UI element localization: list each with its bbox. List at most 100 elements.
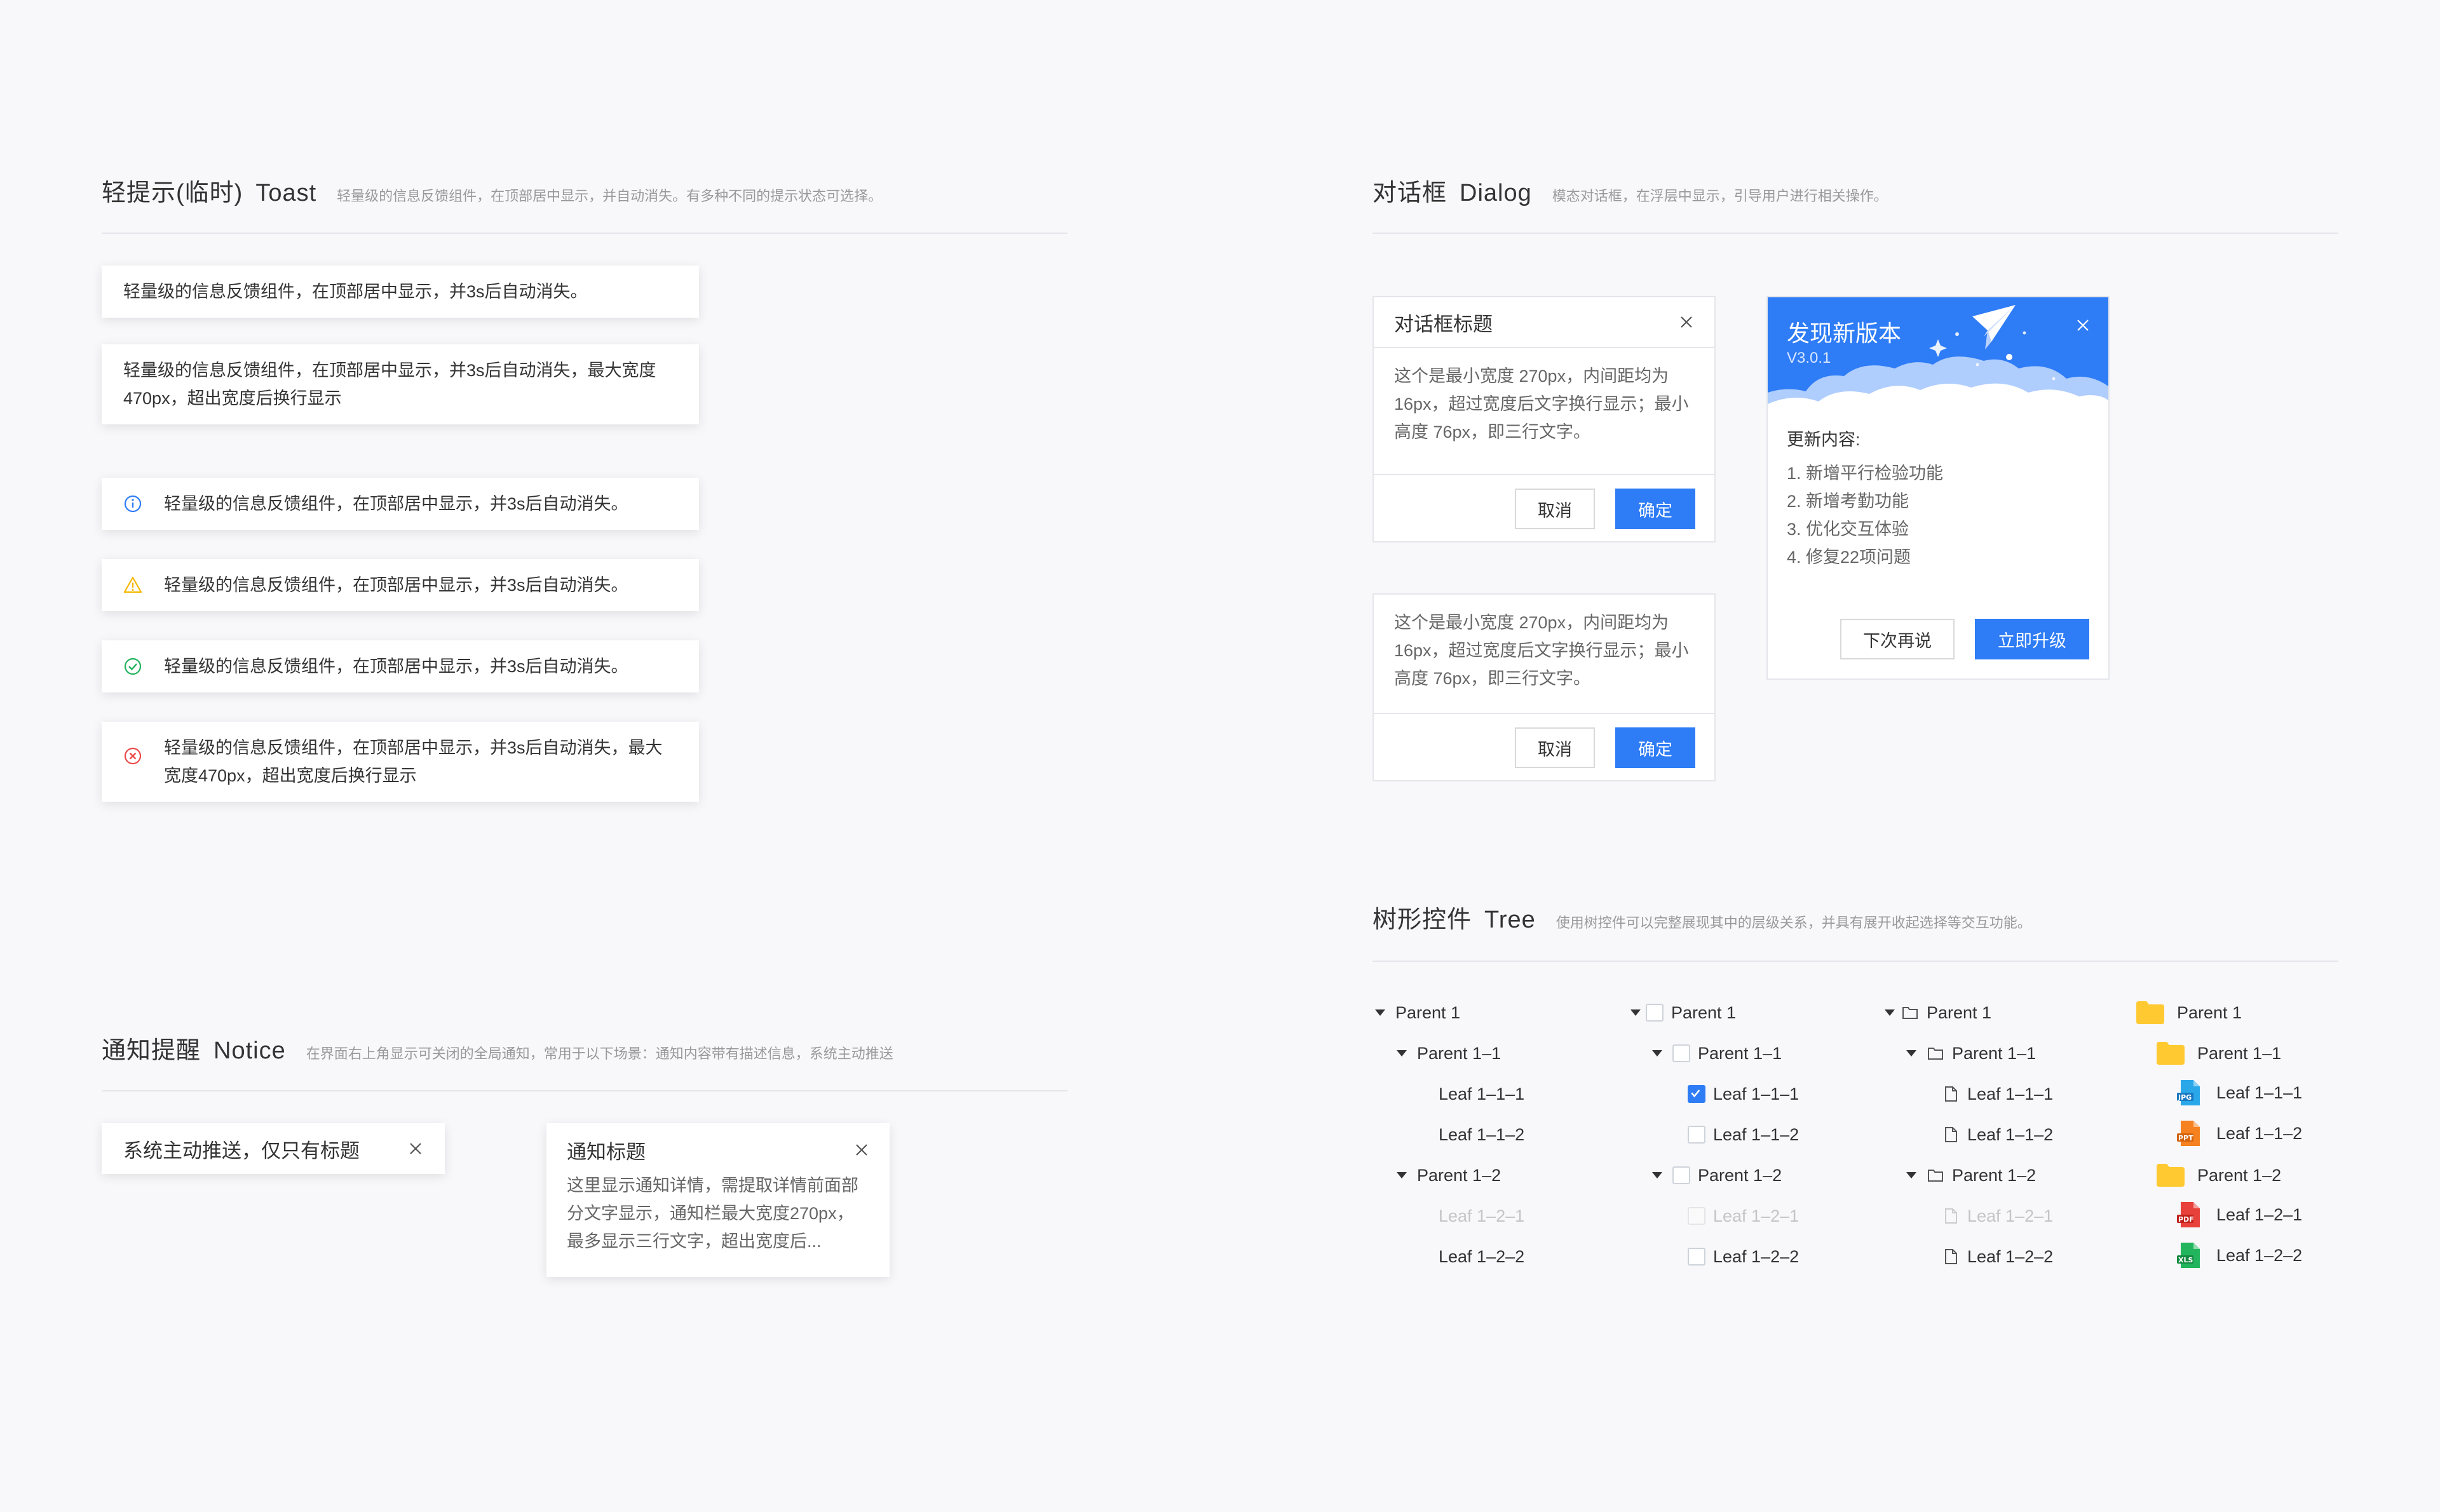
tree-leaf-disabled: Leaf 1–2–1 bbox=[1942, 1203, 2053, 1229]
toast-plain: 轻量级的信息反馈组件，在顶部居中显示，并3s后自动消失。 bbox=[102, 266, 699, 318]
dialog-footer: 取消 确定 bbox=[1374, 474, 1714, 543]
cancel-button[interactable]: 取消 bbox=[1515, 727, 1595, 768]
update-item: 1. 新增平行检验功能 bbox=[1787, 464, 1944, 483]
dialog-section-desc: 模态对话框，在浮层中显示，引导用户进行相关操作。 bbox=[1552, 188, 1888, 204]
toast-text: 轻量级的信息反馈组件，在顶部居中显示，并3s后自动消失。 bbox=[164, 657, 628, 676]
tree-leaf[interactable]: Leaf 1–1–1 bbox=[1439, 1081, 1524, 1107]
tree-leaf[interactable]: PPT Leaf 1–1–2 bbox=[2176, 1119, 2302, 1147]
toast-success: 轻量级的信息反馈组件，在顶部居中显示，并3s后自动消失。 bbox=[102, 640, 699, 692]
update-version: V3.0.1 bbox=[1787, 349, 1831, 367]
tree-node[interactable]: Parent 1 bbox=[1883, 1000, 1991, 1025]
checkbox[interactable] bbox=[1646, 1004, 1664, 1022]
tree-node[interactable]: Parent 1–1 bbox=[1905, 1041, 2036, 1066]
notice-divider bbox=[102, 1090, 1068, 1091]
tree-leaf[interactable]: JPG Leaf 1–1–1 bbox=[2176, 1079, 2302, 1107]
caret-down-icon[interactable] bbox=[1905, 1049, 1918, 1058]
tree-node[interactable]: Parent 1–2 bbox=[1905, 1163, 2036, 1188]
folder-outline-icon bbox=[1902, 1007, 1918, 1019]
dialog-no-title: 这个是最小宽度 270px，内间距均为16px，超过宽度后文字换行显示；最小高度… bbox=[1372, 593, 1716, 781]
file-outline-icon bbox=[1945, 1249, 1957, 1264]
caret-down-icon[interactable] bbox=[1395, 1049, 1408, 1058]
tree-section-title: 树形控件 Tree bbox=[1372, 907, 1536, 933]
tree-leaf[interactable]: Leaf 1–1–1 bbox=[1942, 1081, 2053, 1107]
tree-leaf[interactable]: Leaf 1–2–2 bbox=[1439, 1244, 1524, 1269]
update-banner: 发现新版本 V3.0.1 bbox=[1768, 297, 2108, 418]
dialog-title: 对话框标题 bbox=[1394, 313, 1493, 335]
toast-section-header: 轻提示(临时) Toast 轻量级的信息反馈组件，在顶部居中显示，并自动消失。有多… bbox=[102, 173, 882, 208]
tree-node[interactable]: Parent 1 bbox=[1629, 1000, 1736, 1025]
tree-leaf[interactable]: Leaf 1–2–2 bbox=[1688, 1244, 1799, 1269]
upgrade-button[interactable]: 立即升级 bbox=[1975, 619, 2089, 659]
close-icon[interactable] bbox=[854, 1142, 869, 1158]
tree-node[interactable]: Parent 1–2 bbox=[1395, 1163, 1501, 1188]
tree-node[interactable]: Parent 1–2 bbox=[2157, 1161, 2281, 1189]
checkbox[interactable] bbox=[1672, 1044, 1690, 1062]
dialog-body: 这个是最小宽度 270px，内间距均为16px，超过宽度后文字换行显示；最小高度… bbox=[1394, 613, 1689, 688]
confirm-button[interactable]: 确定 bbox=[1615, 727, 1695, 768]
caret-down-icon[interactable] bbox=[1651, 1049, 1664, 1058]
success-icon bbox=[124, 658, 142, 675]
tree-leaf-disabled: Leaf 1–2–1 bbox=[1688, 1203, 1799, 1229]
tree-node[interactable]: Parent 1–2 bbox=[1651, 1163, 1782, 1188]
toast-section-desc: 轻量级的信息反馈组件，在顶部居中显示，并自动消失。有多种不同的提示状态可选择。 bbox=[337, 188, 883, 204]
tree-leaf[interactable]: Leaf 1–1–2 bbox=[1439, 1122, 1524, 1147]
toast-text: 轻量级的信息反馈组件，在顶部居中显示，并3s后自动消失，最大宽度470px，超出… bbox=[164, 738, 663, 785]
update-item: 4. 修复22项问题 bbox=[1787, 548, 1911, 567]
tree-leaf[interactable]: Leaf 1–1–1 bbox=[1688, 1081, 1799, 1107]
dialog-footer: 取消 确定 bbox=[1374, 713, 1714, 781]
later-button[interactable]: 下次再说 bbox=[1840, 619, 1955, 659]
update-dialog: 发现新版本 V3.0.1 更新内容: 1. 新增平行检验功能 2. 新增考勤功能… bbox=[1766, 296, 2110, 680]
close-icon[interactable] bbox=[408, 1141, 423, 1156]
notice-section-desc: 在界面右上角显示可关闭的全局通知，常用于以下场景：通知内容带有描述信息，系统主动… bbox=[306, 1046, 893, 1062]
tree-leaf[interactable]: Leaf 1–2–2 bbox=[1942, 1244, 2053, 1269]
close-icon[interactable] bbox=[1679, 314, 1694, 330]
tree-leaf[interactable]: Leaf 1–1–2 bbox=[1688, 1122, 1799, 1147]
toast-text: 轻量级的信息反馈组件，在顶部居中显示，并3s后自动消失。 bbox=[164, 494, 628, 513]
tree-node[interactable]: Parent 1 bbox=[1374, 1000, 1460, 1025]
caret-down-icon[interactable] bbox=[1629, 1008, 1642, 1017]
tree-leaf[interactable]: Leaf 1–1–2 bbox=[1942, 1122, 2053, 1147]
tree-node[interactable]: Parent 1–1 bbox=[1651, 1041, 1782, 1066]
dialog-with-title: 对话框标题 这个是最小宽度 270px，内间距均为16px，超过宽度后文字换行显… bbox=[1372, 296, 1716, 543]
notice-card: 通知标题 这里显示通知详情，需提取详情前面部分文字显示，通知栏最大宽度270px… bbox=[546, 1123, 890, 1277]
cancel-button[interactable]: 取消 bbox=[1515, 489, 1595, 529]
ppt-file-icon: PPT bbox=[2176, 1119, 2204, 1147]
dialog-section-title: 对话框 Dialog bbox=[1372, 180, 1532, 206]
dialog-divider bbox=[1372, 233, 2338, 234]
close-icon[interactable] bbox=[2075, 318, 2091, 333]
checkbox[interactable] bbox=[1688, 1126, 1705, 1144]
folder-outline-icon bbox=[1928, 1170, 1943, 1182]
update-label: 更新内容: bbox=[1787, 430, 1860, 449]
dialog-header: 对话框标题 bbox=[1374, 297, 1714, 348]
folder-icon bbox=[2157, 1042, 2185, 1065]
confirm-button[interactable]: 确定 bbox=[1615, 489, 1695, 529]
caret-down-icon[interactable] bbox=[1374, 1008, 1386, 1017]
tree-node[interactable]: Parent 1–1 bbox=[1395, 1041, 1501, 1066]
caret-down-icon[interactable] bbox=[1905, 1171, 1918, 1180]
checkbox-checked[interactable] bbox=[1688, 1085, 1705, 1103]
jpg-file-icon: JPG bbox=[2176, 1079, 2204, 1107]
tree-leaf[interactable]: PDF Leaf 1–2–1 bbox=[2176, 1201, 2302, 1229]
warning-icon bbox=[123, 576, 142, 593]
checkbox-disabled bbox=[1688, 1207, 1705, 1225]
pdf-file-icon: PDF bbox=[2176, 1201, 2204, 1229]
file-outline-icon bbox=[1945, 1127, 1957, 1142]
tree-node[interactable]: Parent 1–1 bbox=[2157, 1039, 2281, 1067]
file-outline-icon bbox=[1945, 1208, 1957, 1224]
caret-down-icon[interactable] bbox=[1651, 1171, 1664, 1180]
error-icon bbox=[124, 747, 142, 765]
checkbox[interactable] bbox=[1688, 1248, 1705, 1266]
checkbox[interactable] bbox=[1672, 1166, 1690, 1184]
xls-file-icon: XLS bbox=[2176, 1241, 2204, 1269]
notice-simple-title: 系统主动推送，仅只有标题 bbox=[123, 1139, 360, 1162]
caret-down-icon[interactable] bbox=[1883, 1008, 1896, 1017]
notice-card-title: 通知标题 bbox=[567, 1140, 646, 1163]
dialog-body: 这个是最小宽度 270px，内间距均为16px，超过宽度后文字换行显示；最小高度… bbox=[1394, 367, 1689, 442]
notice-card-body: 这里显示通知详情，需提取详情前面部分文字显示，通知栏最大宽度270px，最多显示… bbox=[567, 1176, 858, 1251]
tree-section-desc: 使用树控件可以完整展现其中的层级关系，并具有展开收起选择等交互功能。 bbox=[1556, 915, 2031, 931]
update-content: 更新内容: 1. 新增平行检验功能 2. 新增考勤功能 3. 优化交互体验 4.… bbox=[1768, 418, 2108, 571]
tree-node[interactable]: Parent 1 bbox=[2136, 999, 2242, 1027]
tree-leaf[interactable]: XLS Leaf 1–2–2 bbox=[2176, 1241, 2302, 1269]
folder-outline-icon bbox=[1928, 1048, 1943, 1060]
caret-down-icon[interactable] bbox=[1395, 1171, 1408, 1180]
